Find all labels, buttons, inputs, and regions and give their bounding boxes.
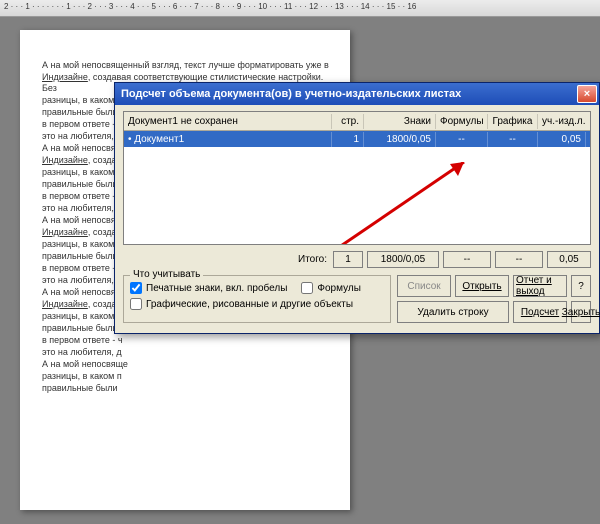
cell-chars: 1800/0,05 [364, 132, 436, 147]
open-button[interactable]: Открыть [455, 275, 509, 297]
col-document[interactable]: Документ1 не сохранен [124, 114, 332, 129]
count-dialog: Подсчет объема документа(ов) в учетно-из… [114, 82, 600, 334]
cell-document: • Документ1 [124, 132, 332, 147]
cell-graphics: -- [488, 132, 538, 147]
button-panel: Список Открыть Отчет и выход ? Удалить с… [397, 275, 591, 323]
report-exit-button[interactable]: Отчет и выход [513, 275, 567, 297]
checkbox-formulas-input[interactable] [301, 282, 313, 294]
checkbox-chars-label: Печатные знаки, вкл. пробелы [146, 283, 287, 294]
cell-pages: 1 [332, 132, 364, 147]
table-header: Документ1 не сохранен стр. Знаки Формулы… [124, 112, 590, 131]
checkbox-formulas[interactable]: Формулы [301, 282, 361, 294]
documents-table: Документ1 не сохранен стр. Знаки Формулы… [123, 111, 591, 245]
annotation-arrow-icon [314, 162, 494, 245]
col-graphics[interactable]: Графика [488, 114, 538, 129]
col-formulas[interactable]: Формулы [436, 114, 488, 129]
total-graphics: -- [495, 251, 543, 268]
options-fieldset: Что учитывать Печатные знаки, вкл. пробе… [123, 275, 391, 323]
dialog-titlebar[interactable]: Подсчет объема документа(ов) в учетно-из… [115, 83, 599, 105]
checkbox-chars[interactable]: Печатные знаки, вкл. пробелы [130, 282, 287, 294]
checkbox-graphics-label: Графические, рисованные и другие объекты [146, 299, 353, 310]
totals-row: Итого: 1 1800/0,05 -- -- 0,05 [123, 249, 591, 269]
table-row[interactable]: • Документ1 1 1800/0,05 -- -- 0,05 [124, 131, 590, 147]
dialog-title-text: Подсчет объема документа(ов) в учетно-из… [121, 88, 461, 100]
horizontal-ruler: 2 · · · 1 · · · · · · · 1 · · · 2 · · · … [0, 0, 600, 17]
total-formulas: -- [443, 251, 491, 268]
cell-formulas: -- [436, 132, 488, 147]
checkbox-graphics-input[interactable] [130, 298, 142, 310]
col-chars[interactable]: Знаки [364, 114, 436, 129]
close-button[interactable]: Закрыть [571, 301, 591, 323]
total-sheets: 0,05 [547, 251, 591, 268]
checkbox-chars-input[interactable] [130, 282, 142, 294]
delete-row-button[interactable]: Удалить строку [397, 301, 509, 323]
cell-sheets: 0,05 [538, 132, 586, 147]
checkbox-graphics[interactable]: Графические, рисованные и другие объекты [130, 298, 384, 310]
fieldset-legend: Что учитывать [130, 269, 203, 280]
close-icon[interactable]: × [577, 85, 597, 103]
col-pages[interactable]: стр. [332, 114, 364, 129]
list-button[interactable]: Список [397, 275, 451, 297]
count-button[interactable]: Подсчет [513, 301, 567, 323]
help-button[interactable]: ? [571, 275, 591, 297]
total-chars: 1800/0,05 [367, 251, 439, 268]
totals-label: Итого: [298, 254, 329, 265]
checkbox-formulas-label: Формулы [317, 283, 361, 294]
workspace: 2 · · · 1 · · · · · · · 1 · · · 2 · · · … [0, 0, 600, 524]
total-pages: 1 [333, 251, 363, 268]
col-sheets[interactable]: уч.-изд.л. [538, 114, 586, 129]
